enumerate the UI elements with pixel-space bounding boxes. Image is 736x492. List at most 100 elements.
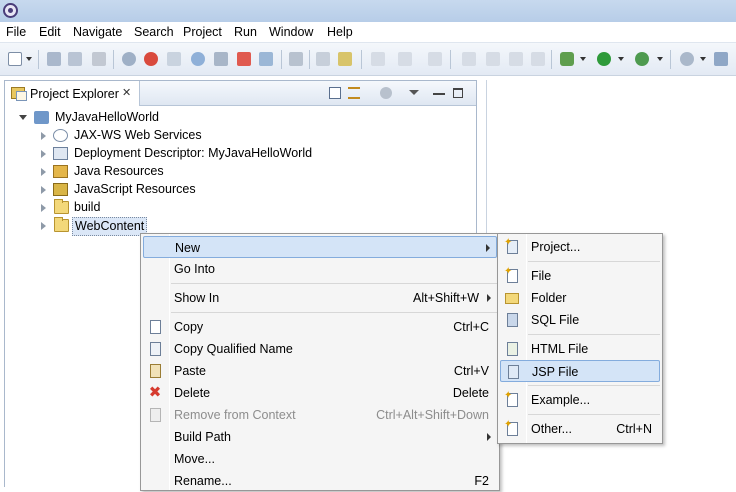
menu-item-new[interactable]: New xyxy=(143,236,497,258)
submenu-item-project[interactable]: ✦ Project... xyxy=(500,236,660,258)
close-icon[interactable]: ✕ xyxy=(122,86,131,99)
debug-dropdown-arrow-icon[interactable] xyxy=(580,57,586,61)
collapse-all-icon[interactable] xyxy=(329,87,341,99)
collapse-arrow-icon[interactable] xyxy=(41,204,46,212)
web-service-icon[interactable] xyxy=(191,52,205,66)
copy-qualified-name-icon xyxy=(147,341,163,357)
menu-item-label: Copy xyxy=(174,320,204,334)
eclipse-app-icon xyxy=(3,3,18,18)
submenu-item-sql-file[interactable]: SQL File xyxy=(500,309,660,331)
menu-item-label: Go Into xyxy=(174,262,215,276)
menu-item-copy[interactable]: Copy Ctrl+C xyxy=(143,316,497,338)
disconnect-icon[interactable] xyxy=(237,52,251,66)
tree-row-build[interactable]: build xyxy=(5,199,475,216)
tree-row-jaxws[interactable]: JAX-WS Web Services xyxy=(5,127,475,144)
menu-item-rename[interactable]: Rename... F2 xyxy=(143,470,497,492)
tab-project-explorer[interactable]: Project Explorer ✕ xyxy=(5,81,140,106)
menu-item-go-into[interactable]: Go Into xyxy=(143,258,497,280)
menu-item-remove-from-context[interactable]: Remove from Context Ctrl+Alt+Shift+Down xyxy=(143,404,497,426)
java-resources-icon xyxy=(53,165,68,178)
open-type-icon[interactable] xyxy=(714,52,728,66)
new-wizard-icon[interactable] xyxy=(8,52,22,66)
menu-bar: File Edit Navigate Search Project Run Wi… xyxy=(0,22,736,43)
toolbar-separator xyxy=(551,50,552,69)
debug-bug-icon[interactable] xyxy=(560,52,574,66)
server-dropdown-arrow-icon[interactable] xyxy=(700,57,706,61)
submenu-item-html-file[interactable]: HTML File xyxy=(500,338,660,360)
tree-row-javascript-resources[interactable]: JavaScript Resources xyxy=(5,181,475,198)
menu-file[interactable]: File xyxy=(6,25,26,40)
collapse-arrow-icon[interactable] xyxy=(41,222,46,230)
connect-icon[interactable] xyxy=(259,52,273,66)
menu-item-move[interactable]: Move... xyxy=(143,448,497,470)
tree-label: Java Resources xyxy=(74,164,164,178)
stop-server-icon[interactable] xyxy=(144,52,158,66)
maximize-icon[interactable] xyxy=(453,88,463,98)
menu-item-show-in[interactable]: Show In Alt+Shift+W xyxy=(143,287,497,309)
menu-item-build-path[interactable]: Build Path xyxy=(143,426,497,448)
menu-item-label: Paste xyxy=(174,364,206,378)
tree-row-project[interactable]: MyJavaHelloWorld xyxy=(5,109,475,126)
new-server-icon[interactable] xyxy=(680,52,694,66)
tree-row-deployment-descriptor[interactable]: Deployment Descriptor: MyJavaHelloWorld xyxy=(5,145,475,162)
menu-item-shortcut: Ctrl+C xyxy=(453,320,489,334)
submenu-item-example[interactable]: ✦ Example... xyxy=(500,389,660,411)
sync-icon[interactable] xyxy=(214,52,228,66)
save-icon[interactable] xyxy=(47,52,61,66)
folder-icon xyxy=(54,199,69,214)
minimize-icon[interactable] xyxy=(433,93,445,95)
tree-row-java-resources[interactable]: Java Resources xyxy=(5,163,475,180)
collapse-arrow-icon[interactable] xyxy=(41,150,46,158)
external-tools-dropdown-arrow-icon[interactable] xyxy=(657,57,663,61)
run-dropdown-arrow-icon[interactable] xyxy=(618,57,624,61)
skip-breakpoints-icon[interactable] xyxy=(289,52,303,66)
step-into-icon xyxy=(428,52,442,66)
project-explorer-icon xyxy=(11,87,27,101)
menu-item-shortcut: Alt+Shift+W xyxy=(413,291,479,305)
paste-icon xyxy=(147,363,163,379)
toolbar-separator xyxy=(670,50,671,69)
toolbar-separator xyxy=(281,50,282,69)
new-dropdown-arrow-icon[interactable] xyxy=(26,57,32,61)
save-all-icon[interactable] xyxy=(68,52,82,66)
menu-item-label: Project... xyxy=(531,240,581,254)
publish-icon[interactable] xyxy=(167,52,181,66)
submenu-item-jsp-file[interactable]: JSP File xyxy=(500,360,660,382)
tree-label: Deployment Descriptor: MyJavaHelloWorld xyxy=(74,146,313,160)
submenu-item-folder[interactable]: Folder xyxy=(500,287,660,309)
menu-item-label: Example... xyxy=(531,393,591,407)
submenu-item-other[interactable]: ✦ Other... Ctrl+N xyxy=(500,418,660,440)
focus-active-task-icon[interactable] xyxy=(380,87,392,99)
debug-server-icon[interactable] xyxy=(122,52,136,66)
new-file-icon: ✦ xyxy=(504,267,520,284)
collapse-arrow-icon[interactable] xyxy=(41,132,46,140)
submenu-item-file[interactable]: ✦ File xyxy=(500,265,660,287)
external-tools-icon[interactable] xyxy=(635,52,649,66)
print-icon[interactable] xyxy=(92,52,106,66)
collapse-arrow-icon[interactable] xyxy=(41,186,46,194)
terminate-icon xyxy=(509,52,523,66)
menu-project[interactable]: Project xyxy=(183,25,222,40)
view-menu-icon[interactable] xyxy=(409,90,419,95)
link-with-editor-icon[interactable] xyxy=(348,87,360,99)
menu-item-paste[interactable]: Paste Ctrl+V xyxy=(143,360,497,382)
step-filters-icon[interactable] xyxy=(316,52,330,66)
menu-item-delete[interactable]: ✖ Delete Delete xyxy=(143,382,497,404)
collapse-arrow-icon[interactable] xyxy=(41,168,46,176)
menu-run[interactable]: Run xyxy=(234,25,257,40)
menu-item-label: SQL File xyxy=(531,313,580,327)
menu-help[interactable]: Help xyxy=(327,25,353,40)
run-icon[interactable] xyxy=(597,52,611,66)
menu-window[interactable]: Window xyxy=(269,25,313,40)
menu-search[interactable]: Search xyxy=(134,25,174,40)
tree-label: MyJavaHelloWorld xyxy=(55,110,159,124)
expand-arrow-icon[interactable] xyxy=(19,115,27,120)
menu-edit[interactable]: Edit xyxy=(39,25,61,40)
tree-row-webcontent[interactable]: WebContent xyxy=(5,217,475,236)
menu-item-label: Show In xyxy=(174,291,220,305)
menu-item-copy-qualified-name[interactable]: Copy Qualified Name xyxy=(143,338,497,360)
menu-navigate[interactable]: Navigate xyxy=(73,25,122,40)
step-over-icon xyxy=(398,52,412,66)
toolbar-separator xyxy=(450,50,451,69)
use-step-filters-icon[interactable] xyxy=(338,52,352,66)
